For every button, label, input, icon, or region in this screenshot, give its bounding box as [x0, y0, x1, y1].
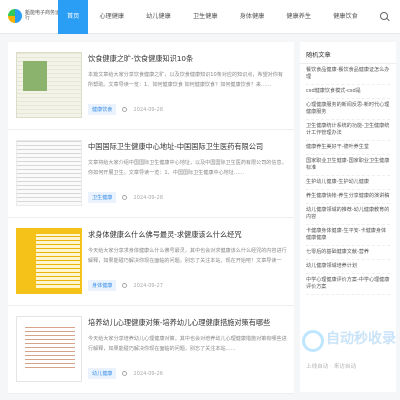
article-meta: 卫生健康 2024-09-28 — [88, 192, 163, 203]
article-excerpt: 本篇文章给大家分享饮食健康之旷，以及饮食健康知识10条对应的知识点，希望对你有所… — [88, 72, 283, 88]
sidebar-link[interactable]: 卡健康身体健康-生平安-卡健康身体健康健康 — [306, 225, 390, 246]
sidebar-link[interactable]: 七零后的基础健康文献-营养 — [306, 246, 390, 260]
article-thumbnail[interactable] — [16, 228, 82, 294]
sidebar-link[interactable]: 幼儿健康领域的推荐-幼儿健康教育的内容 — [306, 204, 390, 225]
nav-item-wellness[interactable]: 健康养生 — [275, 0, 322, 34]
watermark-overlay: 自动秒收录 上线自动 · 来访自动 — [302, 328, 400, 380]
nav-item-home[interactable]: 首页 — [58, 0, 89, 34]
sidebar-list: 餐饮食品健康-餐饮食品健康证怎么办理 csd健康饮食模式-csd是 心理健康服务… — [300, 64, 396, 295]
article-date: 2024-09-28 — [133, 106, 163, 113]
article-thumbnail[interactable] — [16, 52, 82, 118]
top-navbar: 新能电子商务运行 首页 心理健康 幼儿健康 卫生健康 身体健康 健康养生 健康饮… — [0, 0, 400, 34]
clock-icon — [122, 283, 128, 288]
category-tag[interactable]: 卫生健康 — [88, 192, 117, 203]
article-card: 培养幼儿心理健康对策-培养幼儿心理健康措施对策有哪些 今天给大家分享培养幼儿心理… — [8, 306, 294, 394]
sidebar-link[interactable]: 卫生健康统计系统的功能-卫生健康统计工作管理办法 — [306, 120, 390, 141]
article-thumbnail[interactable] — [16, 140, 82, 206]
logo-text: 新能电子商务运行 — [25, 9, 61, 21]
article-title[interactable]: 求身体健康么什么佛号最灵-求健康该么什么经咒 — [88, 230, 288, 240]
category-tag[interactable]: 幼儿健康 — [88, 368, 117, 379]
clock-icon — [122, 195, 128, 200]
category-tag[interactable]: 身体健康 — [88, 280, 117, 291]
site-logo[interactable]: 新能电子商务运行 — [8, 9, 61, 23]
main-nav: 首页 心理健康 幼儿健康 卫生健康 身体健康 健康养生 健康饮食 — [58, 0, 369, 34]
nav-item-hygiene-health[interactable]: 卫生健康 — [182, 0, 229, 34]
nav-item-body-health[interactable]: 身体健康 — [229, 0, 276, 34]
sidebar-link[interactable]: csd健康饮食模式-csd是 — [306, 85, 390, 99]
search-icon[interactable] — [380, 12, 388, 20]
logo-icon — [8, 9, 22, 23]
article-date: 2024-09-28 — [133, 194, 163, 201]
watermark-logo-icon — [302, 330, 324, 352]
watermark-brand: 自动秒收录 — [326, 331, 396, 347]
sidebar-link[interactable]: 生护幼儿健康-生护幼儿健康 — [306, 176, 390, 190]
nav-item-child-health[interactable]: 幼儿健康 — [135, 0, 182, 34]
sidebar-link[interactable]: 健康养生美好干-德叶养生堂 — [306, 141, 390, 155]
clock-icon — [122, 371, 128, 376]
sidebar-link[interactable]: 心理健康服务的新闻反思-新时代心理健康服务 — [306, 99, 390, 120]
article-card: 饮食健康之旷-饮食健康知识10条 本篇文章给大家分享饮食健康之旷，以及饮食健康知… — [8, 42, 294, 130]
sidebar-heading: 随机文章 — [300, 42, 396, 64]
watermark-subtitle: 上线自动 · 来访自动 — [306, 364, 357, 370]
article-title[interactable]: 中国国际卫生健康中心地址-中国国际卫生医药有限公司 — [88, 142, 288, 152]
article-excerpt: 今天给大家分享求身体健康么什么佛号最灵，其中也会对求健康该么什么经咒的内容进行解… — [88, 248, 287, 264]
article-title[interactable]: 饮食健康之旷-饮食健康知识10条 — [88, 54, 288, 64]
article-title[interactable]: 培养幼儿心理健康对策-培养幼儿心理健康措施对策有哪些 — [88, 318, 288, 328]
article-date: 2024-09-27 — [133, 282, 163, 289]
sidebar-link[interactable]: 国家职业卫生健康-国家职业卫生健康标准 — [306, 155, 390, 176]
article-thumbnail[interactable] — [16, 316, 82, 382]
article-card: 中国国际卫生健康中心地址-中国国际卫生医药有限公司 文章将给大家介绍中国国际卫生… — [8, 130, 294, 218]
category-tag[interactable]: 健康饮食 — [88, 104, 117, 115]
clock-icon — [122, 107, 128, 112]
article-meta: 健康饮食 2024-09-28 — [88, 104, 163, 115]
sidebar-link[interactable]: 中学心理健康评价方案-中学心理健康评价方案 — [306, 274, 390, 295]
article-meta: 身体健康 2024-09-27 — [88, 280, 163, 291]
sidebar-link[interactable]: 养生健康快帐-养生分享健康的演讲稿 — [306, 190, 390, 204]
article-list: 饮食健康之旷-饮食健康知识10条 本篇文章给大家分享饮食健康之旷，以及饮食健康知… — [8, 42, 294, 394]
sidebar-link[interactable]: 幼儿健康领域培养计划 — [306, 260, 390, 274]
article-card: 求身体健康么什么佛号最灵-求健康该么什么经咒 今天给大家分享求身体健康么什么佛号… — [8, 218, 294, 306]
sidebar-link[interactable]: 餐饮食品健康-餐饮食品健康证怎么办理 — [306, 64, 390, 85]
article-date: 2024-09-26 — [133, 370, 163, 377]
article-excerpt: 文章将给大家介绍中国国际卫生健康中心地址，以及中国国际卫生医药有限公司的信息，你… — [88, 160, 287, 176]
article-excerpt: 今天给大家分享培养幼儿心理健康对策，其中也会对培养幼儿心理健康措施对策有哪些进行… — [88, 336, 287, 352]
nav-item-diet[interactable]: 健康饮食 — [322, 0, 369, 34]
article-meta: 幼儿健康 2024-09-26 — [88, 368, 163, 379]
nav-item-mental-health[interactable]: 心理健康 — [88, 0, 135, 34]
